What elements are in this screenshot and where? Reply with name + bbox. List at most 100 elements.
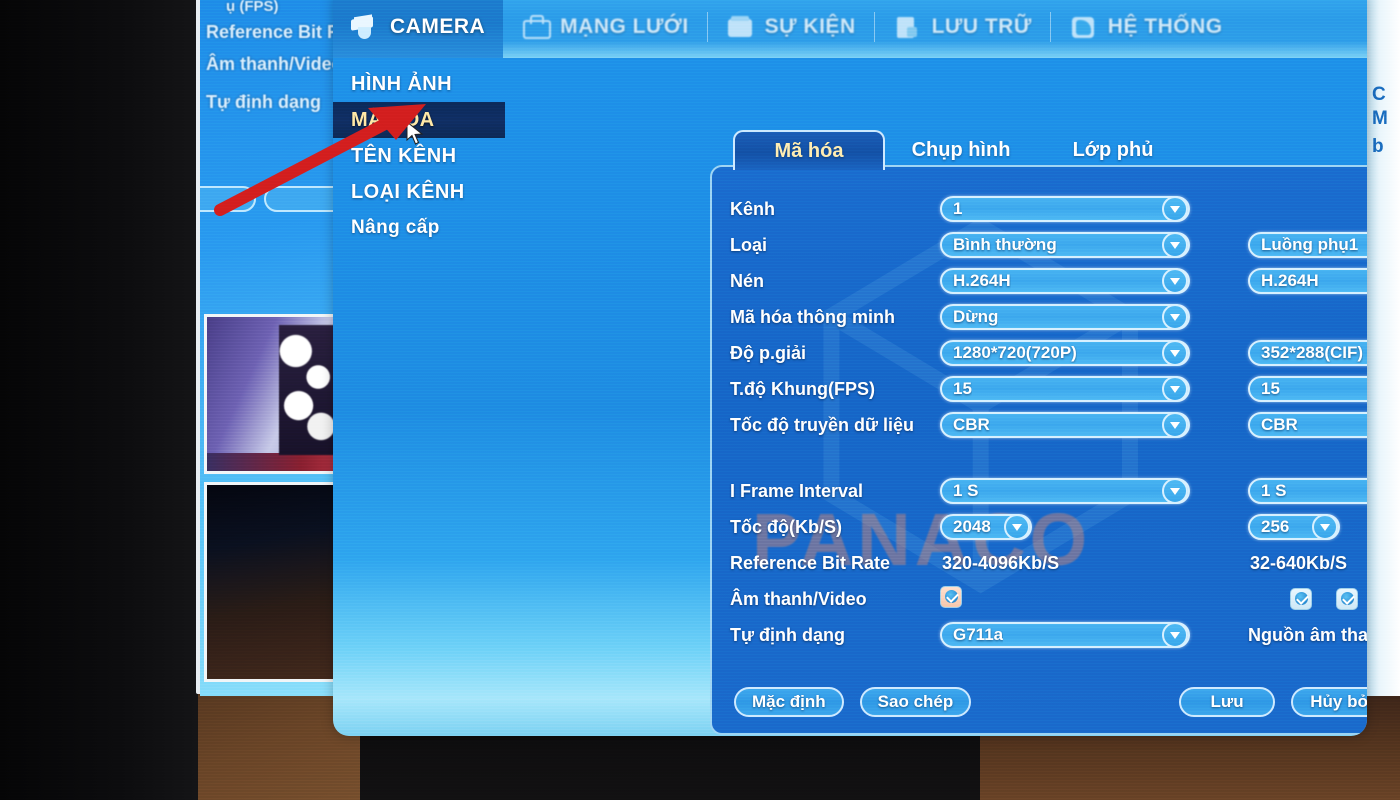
ghost-line-2: Âm thanh/Video [206,54,340,74]
select-iframe-sub[interactable]: 1 S [1248,478,1367,504]
label-loai: Loại [730,234,768,255]
select-nen-main-value: H.264H [953,271,1011,290]
select-bitrate-main[interactable]: 2048 [940,514,1032,540]
sidebar-item-hinh-anh[interactable]: HÌNH ẢNH [333,66,505,102]
cancel-button[interactable]: Hủy bỏ [1291,687,1367,717]
select-iframe-main[interactable]: 1 S [940,478,1190,504]
row-iframe-interval: I Frame Interval 1 S 1 S [730,473,1367,509]
select-loai-main[interactable]: Bình thường [940,232,1190,258]
checkbox-audio-video-sub-2[interactable] [1336,588,1358,610]
select-fps-sub-value: 15 [1261,379,1280,398]
row-nen: Nén H.264H H.264H [730,263,1367,299]
field-audio-source: Nguồn âm thanh LOCAL [1248,622,1367,648]
field-audio-video-main [940,585,1190,613]
label-iframe-interval: I Frame Interval [730,480,864,501]
field-bitrate-main: 2048 [940,514,1190,540]
ghost-line-1: Reference Bit Rate [206,22,340,42]
field-kenh: 1 [940,196,1190,222]
chevron-down-icon[interactable] [1004,514,1030,540]
tab-lop-phu[interactable]: Lớp phủ [1037,130,1189,170]
tab-label-1: Chụp hình [911,138,1011,161]
select-kenh[interactable]: 1 [940,196,1190,222]
menu-item-event[interactable]: SỰ KIỆN [708,0,874,58]
camera-icon [351,15,381,39]
select-resolution-sub-value: 352*288(CIF) [1261,343,1364,362]
select-resolution-main-value: 1280*720(720P) [953,343,1077,362]
select-fps-sub[interactable]: 15 [1248,376,1367,402]
menu-item-camera[interactable]: CAMERA [333,0,504,58]
row-loai: Loại Bình thường Luồng phụ1 [730,227,1367,263]
save-button[interactable]: Lưu [1179,687,1276,717]
menu-label-camera: CAMERA [390,15,486,38]
encode-settings-panel: PANACO Kênh 1 Loại Bình thường Luồng phụ… [710,165,1367,735]
chevron-down-icon[interactable] [1162,232,1188,258]
select-fps-main[interactable]: 15 [940,376,1190,402]
chevron-down-icon[interactable] [1162,376,1188,402]
right-edge-window-sliver: C M b [1366,0,1400,696]
chevron-down-icon[interactable] [1162,196,1188,222]
sliver-line-1: M [1372,108,1388,129]
sidebar-label-0: HÌNH ẢNH [351,72,452,95]
select-audio-format[interactable]: G711a [940,622,1190,648]
field-bitrate-type-sub: CBR [1248,412,1367,438]
select-nen-main[interactable]: H.264H [940,268,1190,294]
menu-label-network: MẠNG LƯỚI [560,15,689,38]
chevron-down-icon[interactable] [1162,412,1188,438]
network-icon [521,15,552,39]
default-button[interactable]: Mặc định [734,687,844,717]
field-fps-main: 15 [940,376,1190,402]
checkbox-audio-video-sub-1[interactable] [1290,588,1312,610]
tab-label-0: Mã hóa [774,139,844,162]
row-audio-video: Âm thanh/Video [730,581,1367,617]
field-nen-main: H.264H [940,268,1190,294]
label-audio-source: Nguồn âm thanh [1248,624,1367,645]
label-audio-format: Tự định dạng [730,624,846,645]
chevron-down-icon[interactable] [1162,304,1188,330]
menu-item-system[interactable]: HỆ THỐNG [1051,0,1241,58]
chevron-down-icon[interactable] [1162,340,1188,366]
sliver-line-0: C [1372,84,1386,105]
row-bitrate: Tốc độ(Kb/S) 2048 256 [730,509,1367,545]
top-menu-bar: CAMERA MẠNG LƯỚI SỰ KIỆN LƯU TRỮ HỆ THỐN… [333,0,1367,58]
form-spacer [730,443,1367,473]
select-bitrate-type-sub[interactable]: CBR [1248,412,1367,438]
field-resolution-main: 1280*720(720P) [940,340,1190,366]
select-bitrate-sub-value: 256 [1261,517,1290,536]
row-kenh: Kênh 1 [730,191,1367,227]
select-resolution-main[interactable]: 1280*720(720P) [940,340,1190,366]
select-iframe-main-value: 1 S [953,481,979,500]
field-bitrate-type-main: CBR [940,412,1190,438]
chevron-down-icon[interactable] [1162,478,1188,504]
sliver-line-2: b [1372,136,1384,157]
select-iframe-sub-value: 1 S [1261,481,1287,500]
tab-ma-hoa[interactable]: Mã hóa [733,130,885,170]
select-resolution-sub[interactable]: 352*288(CIF) [1248,340,1367,366]
select-nen-sub[interactable]: H.264H [1248,268,1367,294]
value-reference-bitrate-main: 320-4096Kb/S [942,552,1060,573]
dvr-ui-screen: CAMERA MẠNG LƯỚI SỰ KIỆN LƯU TRỮ HỆ THỐN… [333,0,1367,736]
select-audio-format-value: G711a [953,625,1004,644]
select-smart-codec-value: Dừng [953,307,999,326]
tab-chup-hinh[interactable]: Chụp hình [885,130,1037,170]
chevron-down-icon[interactable] [1312,514,1338,540]
copy-button[interactable]: Sao chép [859,687,972,717]
label-reference-bitrate: Reference Bit Rate [730,552,891,573]
select-bitrate-sub[interactable]: 256 [1248,514,1340,540]
chevron-down-icon[interactable] [1162,268,1188,294]
checkbox-audio-video-main[interactable] [940,585,962,608]
menu-label-storage: LƯU TRỮ [931,15,1032,38]
menu-item-storage[interactable]: LƯU TRỮ [875,0,1050,58]
select-bitrate-type-main[interactable]: CBR [940,412,1190,438]
select-smart-codec[interactable]: Dừng [940,304,1190,330]
label-audio-video: Âm thanh/Video [730,588,867,609]
field-smart-codec: Dừng [940,304,1190,330]
select-kenh-value: 1 [953,199,963,218]
menu-label-event: SỰ KIỆN [764,15,856,38]
select-loai-sub[interactable]: Luồng phụ1 [1248,232,1367,258]
chevron-down-icon[interactable] [1162,622,1188,648]
annotation-arrow-icon [214,104,426,216]
select-nen-sub-value: H.264H [1261,271,1319,290]
select-bitrate-main-value: 2048 [953,517,991,536]
menu-item-network[interactable]: MẠNG LƯỚI [503,0,707,58]
field-loai-sub: Luồng phụ1 [1248,232,1367,258]
